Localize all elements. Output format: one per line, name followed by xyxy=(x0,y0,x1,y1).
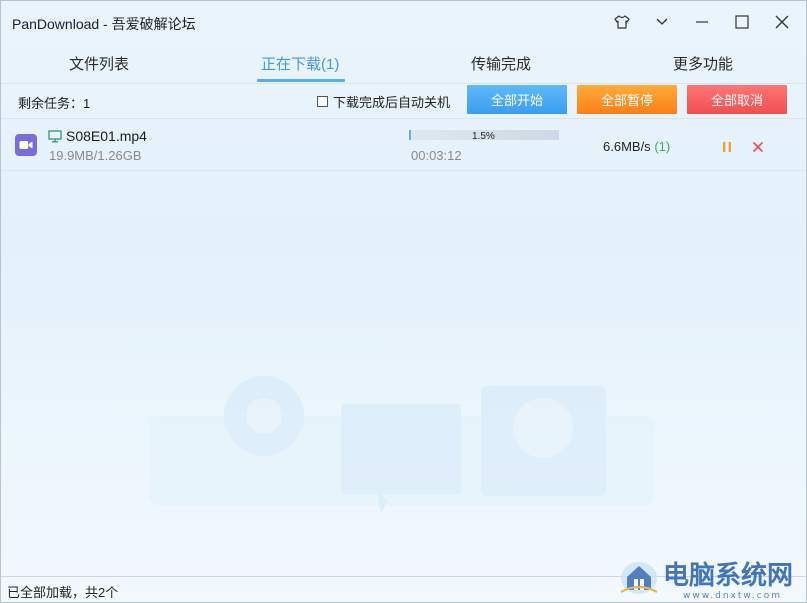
empty-state-illustration xyxy=(149,376,654,514)
tab-bar: 文件列表 正在下载(1) 传输完成 更多功能 xyxy=(1,45,806,83)
auto-shutdown-label: 下载完成后自动关机 xyxy=(333,95,451,110)
app-window: PanDownload - 吾爱破解论坛 文件列表 正在下载(1) 传输完成 更… xyxy=(0,0,807,603)
menu-dropdown-button[interactable] xyxy=(645,9,679,35)
title-bar: PanDownload - 吾爱破解论坛 xyxy=(1,1,806,43)
download-toolbar: 剩余任务：1 下载完成后自动关机 全部开始 全部暂停 全部取消 xyxy=(1,83,806,119)
status-text: 已全部加载，共2个 xyxy=(7,585,119,600)
pause-all-button[interactable]: 全部暂停 xyxy=(577,85,677,114)
minimize-icon xyxy=(696,21,708,23)
progress-bar-fill xyxy=(409,130,411,140)
maximize-button[interactable] xyxy=(725,9,759,35)
auto-shutdown-checkbox[interactable] xyxy=(317,96,328,107)
site-watermark-logo: 电脑系统网 www.dnxtw.com xyxy=(620,560,793,600)
video-file-icon xyxy=(15,134,37,156)
monitor-icon xyxy=(48,130,62,143)
close-icon xyxy=(775,15,789,29)
connection-count: (1) xyxy=(654,139,671,154)
remaining-tasks-label: 剩余任务：1 xyxy=(18,96,91,111)
active-tab-indicator xyxy=(257,79,345,82)
download-speed: 6.6MB/s (1) xyxy=(603,139,670,154)
start-all-button[interactable]: 全部开始 xyxy=(467,85,567,114)
file-size: 19.9MB/1.26GB xyxy=(49,148,142,163)
window-title: PanDownload - 吾爱破解论坛 xyxy=(12,16,196,32)
download-row[interactable]: S08E01.mp4 19.9MB/1.26GB 1.5% 00:03:12 6… xyxy=(1,118,806,171)
tab-downloading[interactable]: 正在下载(1) xyxy=(261,53,339,74)
pause-icon[interactable] xyxy=(720,140,734,154)
minimize-button[interactable] xyxy=(685,9,719,35)
shirt-icon xyxy=(614,15,630,29)
tab-more-features[interactable]: 更多功能 xyxy=(673,53,733,74)
svg-text:电脑系统网: 电脑系统网 xyxy=(663,560,793,591)
file-name: S08E01.mp4 xyxy=(66,128,147,144)
elapsed-time: 00:03:12 xyxy=(411,148,462,163)
progress-percent: 1.5% xyxy=(472,131,495,142)
tab-completed[interactable]: 传输完成 xyxy=(471,53,531,74)
skin-button[interactable] xyxy=(605,9,639,35)
maximize-icon xyxy=(735,15,749,29)
cancel-all-button[interactable]: 全部取消 xyxy=(687,85,787,114)
svg-text:www.dnxtw.com: www.dnxtw.com xyxy=(683,591,782,600)
auto-shutdown-option[interactable]: 下载完成后自动关机 xyxy=(317,92,450,111)
tab-file-list[interactable]: 文件列表 xyxy=(69,53,129,74)
cancel-icon[interactable] xyxy=(751,140,765,154)
close-button[interactable] xyxy=(765,9,799,35)
speed-value: 6.6MB/s xyxy=(603,139,651,154)
chevron-down-icon xyxy=(656,18,668,25)
